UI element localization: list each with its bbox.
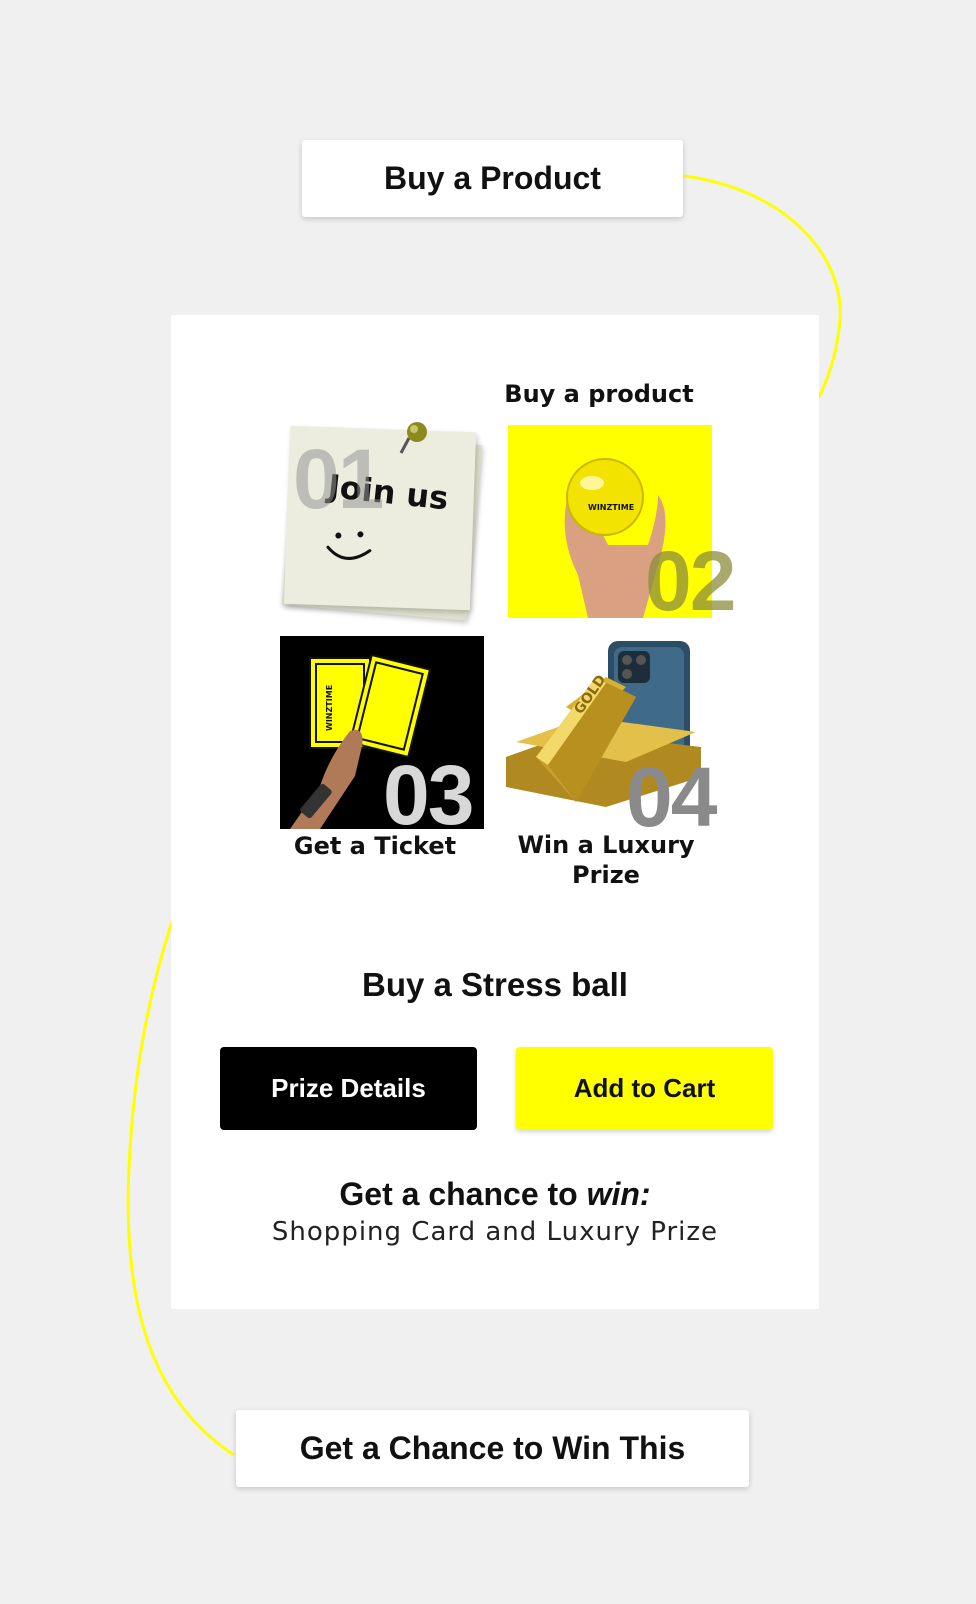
ticket-brand: WINZTIME <box>325 685 334 731</box>
prize-details-button[interactable]: Prize Details <box>220 1047 477 1130</box>
smiley-icon <box>326 531 372 560</box>
step-number-01: 01 <box>293 432 384 526</box>
step-number-02: 02 <box>645 534 736 628</box>
step-03-caption: Get a Ticket <box>293 832 457 860</box>
step-number-04: 04 <box>626 750 717 844</box>
step-04-caption: Win a Luxury Prize <box>506 830 706 890</box>
chance-heading: Get a chance to win: <box>171 1176 819 1213</box>
product-title: Buy a Stress ball <box>362 966 628 1003</box>
product-card: Join us 01 Buy a product WINZTIME 02 WIN… <box>171 315 819 1309</box>
chance-lead: Get a chance to <box>339 1176 578 1212</box>
step-04-caption-line2: Prize <box>572 861 640 889</box>
callout-win-chance: Get a Chance to Win This <box>236 1410 749 1487</box>
callout-win-chance-label: Get a Chance to Win This <box>299 1430 686 1466</box>
step-04-caption-line1: Win a Luxury <box>517 831 695 859</box>
callout-buy-product: Buy a Product <box>302 140 683 217</box>
chance-emphasis: win: <box>586 1176 651 1212</box>
add-to-cart-button[interactable]: Add to Cart <box>516 1047 773 1130</box>
step-02-caption: Buy a product <box>504 380 694 408</box>
ball-brand: WINZTIME <box>588 503 634 512</box>
chance-prizes: Shopping Card and Luxury Prize <box>271 1217 719 1247</box>
callout-buy-product-label: Buy a Product <box>384 160 601 196</box>
pushpin-icon <box>399 422 427 454</box>
step-number-03: 03 <box>383 748 474 842</box>
